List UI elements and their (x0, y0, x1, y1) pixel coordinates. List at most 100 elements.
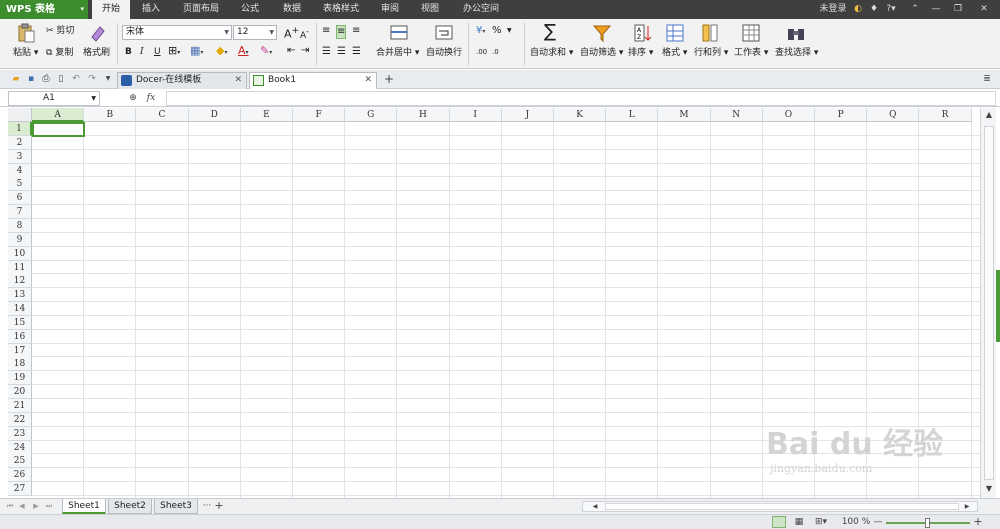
restore-icon[interactable]: ❐ (950, 0, 966, 19)
zoom-in-button[interactable]: + (972, 515, 984, 529)
last-sheet-icon[interactable]: ⏭ (45, 499, 53, 513)
sigma-icon[interactable]: ∑ (544, 22, 556, 42)
column-header[interactable]: Q (867, 108, 920, 122)
italic-button[interactable]: I (140, 46, 144, 58)
row-header[interactable]: 2 (8, 135, 32, 150)
row-header[interactable]: 9 (8, 232, 32, 247)
print-preview-icon[interactable]: ▯ (55, 72, 67, 86)
zoom-slider[interactable] (886, 518, 970, 528)
shrink-font-button[interactable]: A- (300, 26, 309, 42)
row-header[interactable]: 26 (8, 468, 32, 483)
app-menu-button[interactable]: WPS 表格 ▾ (0, 0, 88, 19)
login-link[interactable]: 未登录 (816, 0, 850, 19)
row-header[interactable]: 4 (8, 163, 32, 178)
active-cell[interactable] (32, 122, 86, 137)
align-right-button[interactable]: ☰ (352, 46, 361, 58)
column-header[interactable]: P (815, 108, 868, 122)
help-button[interactable]: ?▾ (882, 0, 900, 19)
column-header[interactable]: L (606, 108, 659, 122)
next-sheet-icon[interactable]: ▶ (32, 499, 40, 513)
scroll-right-icon[interactable]: ▶ (963, 500, 971, 514)
cut-button[interactable]: ✂ 剪切 (46, 25, 74, 37)
copy-button[interactable]: ⧉ 复制 (46, 47, 73, 59)
merge-center-icon[interactable] (389, 23, 409, 43)
formula-input[interactable] (166, 91, 996, 106)
undo-icon[interactable]: ↶ (70, 72, 82, 86)
format-button[interactable]: 格式 ▾ (662, 47, 687, 59)
open-folder-icon[interactable]: ▰ (10, 72, 22, 86)
worksheet-icon[interactable] (741, 23, 761, 43)
font-color-button[interactable]: A▾ (238, 45, 249, 59)
column-header[interactable]: N (710, 108, 763, 122)
bold-button[interactable]: B (125, 46, 132, 58)
column-header[interactable]: B (84, 108, 137, 122)
find-select-button[interactable]: 查找选择 ▾ (775, 47, 818, 59)
print-icon[interactable]: ⎙ (40, 72, 52, 86)
row-header[interactable]: 6 (8, 191, 32, 206)
close-icon[interactable]: ✕ (976, 0, 992, 19)
row-header[interactable]: 8 (8, 218, 32, 233)
align-middle-button[interactable]: ≡ (336, 25, 347, 39)
cell-style-button[interactable]: ▦▾ (190, 45, 203, 59)
tab-office-space[interactable]: 办公空间 (456, 0, 506, 19)
shirt-icon[interactable]: ♦ (868, 0, 880, 19)
clear-format-button[interactable]: ✎▾ (260, 45, 272, 59)
sheet-tab-sheet3[interactable]: Sheet3 (154, 499, 198, 514)
row-header[interactable]: 23 (8, 426, 32, 441)
tab-review[interactable]: 审阅 (374, 0, 406, 19)
scroll-up-icon[interactable]: ▲ (983, 108, 995, 122)
autosum-button[interactable]: 自动求和 ▾ (530, 47, 573, 59)
side-panel-handle[interactable] (996, 270, 1000, 342)
row-header[interactable]: 14 (8, 302, 32, 317)
column-header[interactable]: C (136, 108, 189, 122)
column-header[interactable]: G (345, 108, 398, 122)
borders-button[interactable]: ⊞▾ (168, 45, 180, 59)
new-tab-icon[interactable]: + (382, 72, 396, 86)
rows-cols-icon[interactable] (700, 23, 720, 43)
wrap-text-icon[interactable] (434, 23, 454, 43)
tab-data[interactable]: 数据 (276, 0, 308, 19)
tab-list-icon[interactable]: ≣ (980, 72, 994, 86)
row-header[interactable]: 10 (8, 246, 32, 261)
redo-icon[interactable]: ↷ (86, 72, 98, 86)
column-header[interactable]: F (293, 108, 346, 122)
hscroll-thumb[interactable] (605, 503, 959, 510)
decrease-indent-button[interactable]: ⇤ (287, 45, 295, 57)
align-top-button[interactable]: ≡ (322, 25, 330, 37)
row-header[interactable]: 11 (8, 260, 32, 275)
skin-icon[interactable]: ◐ (852, 0, 864, 19)
row-header[interactable]: 3 (8, 149, 32, 164)
font-size-select[interactable]: 12 ▼ (233, 25, 277, 40)
row-header[interactable]: 18 (8, 357, 32, 372)
number-more-button[interactable]: ▼ (507, 25, 512, 37)
prev-sheet-icon[interactable]: ◀ (18, 499, 26, 513)
row-header[interactable]: 12 (8, 274, 32, 289)
add-sheet-icon[interactable]: + (213, 499, 225, 513)
column-header[interactable]: J (501, 108, 554, 122)
column-header[interactable]: A (32, 108, 85, 122)
row-header[interactable]: 15 (8, 315, 32, 330)
column-header[interactable]: H (397, 108, 450, 122)
row-header[interactable]: 27 (8, 482, 32, 497)
increase-decimal-button[interactable]: .00 (476, 46, 487, 58)
tab-insert[interactable]: 插入 (136, 0, 166, 19)
save-icon[interactable]: ▪ (25, 72, 37, 86)
row-header[interactable]: 24 (8, 440, 32, 455)
grow-font-button[interactable]: A+ (284, 25, 299, 41)
more-sheets-icon[interactable]: ··· (201, 499, 213, 513)
row-header[interactable]: 13 (8, 288, 32, 303)
doc-tab-book1[interactable]: Book1 ✕ (249, 72, 377, 89)
normal-view-icon[interactable] (772, 516, 786, 528)
column-header[interactable]: M (658, 108, 711, 122)
sort-icon[interactable]: A Z (633, 23, 653, 43)
wrap-text-button[interactable]: 自动换行 (426, 47, 462, 59)
row-header[interactable]: 7 (8, 205, 32, 220)
increase-indent-button[interactable]: ⇥ (301, 45, 309, 57)
rows-cols-button[interactable]: 行和列 ▾ (694, 47, 728, 59)
close-icon[interactable]: ✕ (364, 73, 372, 88)
tab-formulas[interactable]: 公式 (234, 0, 266, 19)
decrease-decimal-button[interactable]: .0 (492, 46, 499, 58)
zoom-level[interactable]: 100 % (840, 515, 872, 529)
format-painter-icon[interactable] (88, 23, 108, 43)
row-header[interactable]: 25 (8, 454, 32, 469)
